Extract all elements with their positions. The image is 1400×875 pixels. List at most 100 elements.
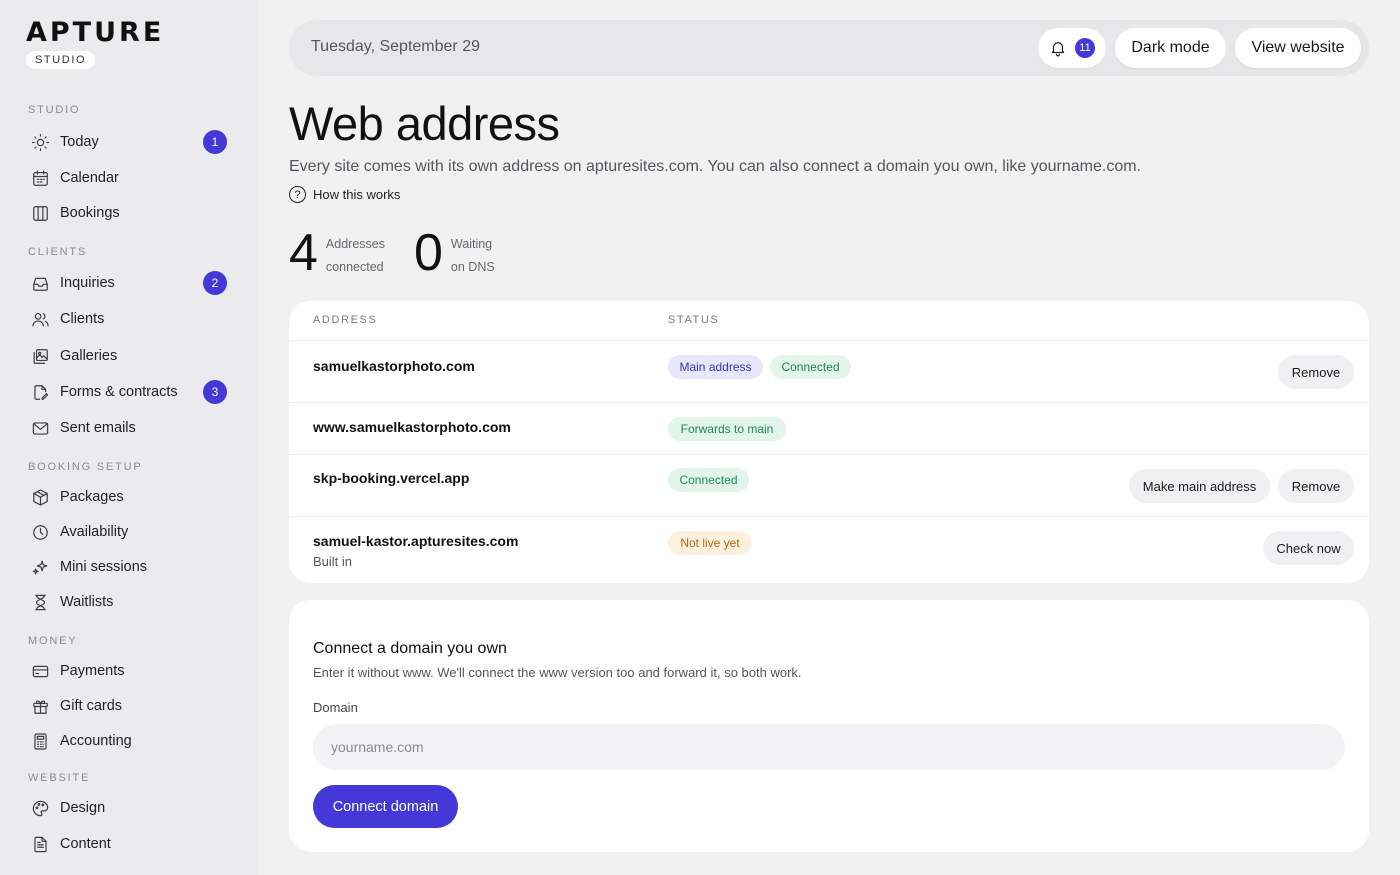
- sidebar-item-bookings[interactable]: Bookings: [30, 200, 230, 226]
- calendar-icon: [30, 168, 50, 188]
- sidebar-item-packages[interactable]: Packages: [30, 484, 230, 510]
- sidebar-item-label: Payments: [60, 663, 125, 679]
- palette-icon: [30, 798, 50, 818]
- not-live-yet-badge: Not live yet: [668, 531, 752, 555]
- count-badge: 1: [203, 130, 227, 154]
- sidebar-item-galleries[interactable]: Galleries: [30, 343, 230, 369]
- sidebar: APTURE STUDIO STUDIO Today 1 Calendar Bo…: [0, 0, 258, 875]
- credit-card-icon: [30, 661, 50, 681]
- stat-label-line1: Waiting: [450, 237, 493, 251]
- address-text: samuel-kastor.apturesites.com: [313, 533, 519, 549]
- sidebar-item-design[interactable]: Design: [30, 795, 230, 821]
- connect-domain-card: Connect a domain you own Enter it withou…: [289, 600, 1369, 852]
- domain-input[interactable]: [313, 724, 1345, 770]
- built-in-label: Built in: [313, 554, 353, 569]
- count-badge: 2: [203, 271, 227, 295]
- stat-label: Waiting on DNS: [451, 224, 495, 282]
- logo-wordmark: APTURE: [26, 17, 165, 48]
- sidebar-item-label: Today: [60, 134, 99, 150]
- check-now-button[interactable]: Check now: [1263, 531, 1354, 565]
- count-badge: 3: [203, 380, 227, 404]
- connect-domain-title: Connect a domain you own: [313, 640, 507, 657]
- stat-label: Addresses connected: [326, 224, 385, 282]
- sidebar-item-clients[interactable]: Clients: [30, 306, 230, 332]
- sidebar-item-payments[interactable]: Payments: [30, 658, 230, 684]
- help-circle-icon: ?: [289, 186, 306, 203]
- dark-mode-button[interactable]: Dark mode: [1115, 28, 1226, 68]
- section-label-website: WEBSITE: [28, 772, 91, 784]
- sidebar-item-label: Gift cards: [60, 698, 123, 714]
- sidebar-item-label: Content: [60, 836, 111, 852]
- columns-icon: [30, 203, 50, 223]
- how-this-works-label: How this works: [313, 187, 401, 202]
- sidebar-item-inquiries[interactable]: Inquiries 2: [30, 270, 230, 296]
- table-row: www.samuelkastorphoto.com Forwards to ma…: [289, 402, 1369, 454]
- section-label-studio: STUDIO: [28, 104, 81, 116]
- sidebar-item-today[interactable]: Today 1: [30, 129, 230, 155]
- forwards-to-main-badge: Forwards to main: [668, 417, 786, 441]
- clock-icon: [30, 522, 50, 542]
- notification-count-badge: 11: [1075, 38, 1095, 58]
- users-icon: [30, 309, 50, 329]
- bell-icon: [1049, 39, 1067, 57]
- address-text: www.samuelkastorphoto.com: [313, 419, 511, 435]
- how-this-works-link[interactable]: ? How this works: [289, 186, 400, 203]
- sidebar-item-label: Mini sessions: [60, 559, 148, 575]
- main-address-badge: Main address: [668, 355, 763, 379]
- sidebar-item-mini-sessions[interactable]: Mini sessions: [30, 554, 230, 580]
- brand-logo[interactable]: APTURE STUDIO: [26, 18, 164, 69]
- table-row: skp-booking.vercel.app Connected Make ma…: [289, 454, 1369, 516]
- calculator-icon: [30, 731, 50, 751]
- current-date: Tuesday, September 29: [311, 38, 480, 55]
- sidebar-item-label: Accounting: [60, 733, 132, 749]
- remove-button[interactable]: Remove: [1278, 469, 1354, 503]
- sidebar-item-label: Calendar: [60, 170, 119, 186]
- column-header-status: STATUS: [668, 314, 720, 326]
- connected-badge: Connected: [770, 355, 851, 379]
- file-text-icon: [30, 834, 50, 854]
- section-label-money: MONEY: [28, 635, 78, 647]
- document-edit-icon: [30, 382, 50, 402]
- column-header-address: ADDRESS: [313, 314, 378, 326]
- sidebar-item-forms-contracts[interactable]: Forms & contracts 3: [30, 379, 230, 405]
- sparkle-icon: [30, 557, 50, 577]
- stat-label-line2: connected: [325, 260, 384, 274]
- sidebar-item-gift-cards[interactable]: Gift cards: [30, 693, 230, 719]
- top-bar: Tuesday, September 29 11 Dark mode View …: [289, 20, 1369, 76]
- sidebar-item-label: Waitlists: [60, 594, 114, 610]
- sidebar-item-label: Design: [60, 800, 106, 816]
- view-website-button[interactable]: View website: [1235, 28, 1361, 68]
- connect-domain-button[interactable]: Connect domain: [313, 785, 458, 828]
- sidebar-item-calendar[interactable]: Calendar: [30, 165, 230, 191]
- logo-sub-label: STUDIO: [26, 51, 96, 69]
- connected-badge: Connected: [668, 468, 749, 492]
- sidebar-item-label: Bookings: [60, 205, 120, 221]
- stat-value: 4: [289, 224, 318, 282]
- connect-domain-description: Enter it without www. We'll connect the …: [313, 665, 802, 680]
- notifications-button[interactable]: 11: [1038, 28, 1106, 68]
- sidebar-item-accounting[interactable]: Accounting: [30, 728, 230, 754]
- mail-icon: [30, 418, 50, 438]
- sidebar-item-waitlists[interactable]: Waitlists: [30, 589, 230, 615]
- sidebar-item-availability[interactable]: Availability: [30, 519, 230, 545]
- addresses-table: ADDRESS STATUS samuelkastorphoto.com Mai…: [289, 301, 1369, 583]
- sidebar-item-sent-emails[interactable]: Sent emails: [30, 415, 230, 441]
- hourglass-icon: [30, 592, 50, 612]
- section-label-clients: CLIENTS: [28, 246, 88, 258]
- stat-value: 0: [414, 224, 443, 282]
- remove-button[interactable]: Remove: [1278, 355, 1354, 389]
- section-label-booking-setup: BOOKING SETUP: [28, 461, 143, 473]
- make-main-address-button[interactable]: Make main address: [1129, 469, 1270, 503]
- stat-label-line2: on DNS: [450, 260, 495, 274]
- gift-icon: [30, 696, 50, 716]
- sidebar-item-label: Galleries: [60, 348, 118, 364]
- address-text: samuelkastorphoto.com: [313, 358, 475, 374]
- sidebar-item-label: Forms & contracts: [60, 384, 178, 400]
- sidebar-item-label: Inquiries: [60, 275, 115, 291]
- gallery-icon: [30, 346, 50, 366]
- package-icon: [30, 487, 50, 507]
- table-row: samuel-kastor.apturesites.com Built in N…: [289, 516, 1369, 583]
- domain-field-label: Domain: [313, 700, 358, 715]
- table-row: samuelkastorphoto.com Main address Conne…: [289, 340, 1369, 402]
- sidebar-item-content[interactable]: Content: [30, 831, 230, 857]
